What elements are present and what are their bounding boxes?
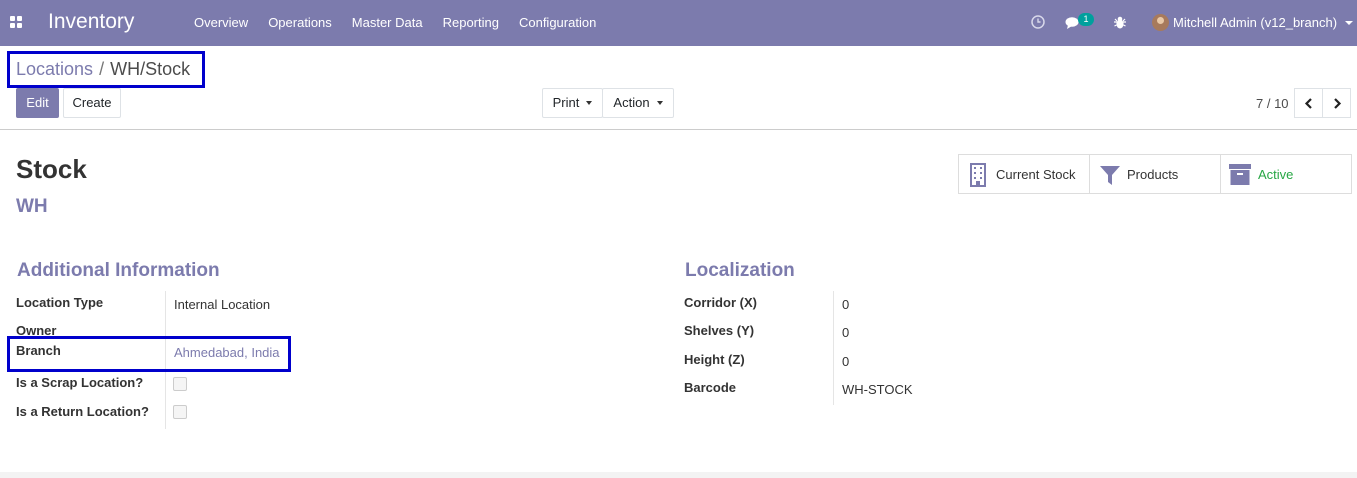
localization-separator [833,291,834,405]
breadcrumb-highlight-box [7,51,205,88]
menu-reporting[interactable]: Reporting [433,0,509,46]
action-caret-icon [656,101,663,105]
bug-icon[interactable] [1113,15,1127,30]
scrap-location-label: Is a Scrap Location? [16,375,144,390]
record-parent-location[interactable]: WH [16,196,48,218]
action-label: Action [613,95,650,110]
branch-highlight-box [7,336,291,372]
record-title: Stock [16,154,87,184]
top-navbar: Inventory Overview Operations Master Dat… [0,0,1357,46]
corridor-label: Corridor (X) [684,295,757,310]
return-location-label: Is a Return Location? [16,404,149,419]
chevron-right-icon [1334,98,1342,109]
products-label: Products [1127,167,1179,182]
filter-icon [1100,166,1120,185]
building-icon [970,163,986,187]
scrap-location-checkbox[interactable] [173,377,187,391]
pager-previous-button[interactable] [1294,88,1323,118]
pager-value[interactable]: 7 / 10 [1256,96,1289,111]
location-type-value: Internal Location [174,297,271,312]
height-label: Height (Z) [684,352,745,367]
user-avatar[interactable] [1152,14,1169,31]
create-button[interactable]: Create [63,88,121,118]
menu-configuration[interactable]: Configuration [509,0,606,46]
print-label: Print [552,95,580,110]
menu-operations[interactable]: Operations [258,0,342,46]
location-type-label: Location Type [16,295,104,310]
additional-info-title: Additional Information [17,260,220,281]
chat-badge: 1 [1078,13,1094,26]
current-stock-label: Current Stock [996,167,1076,182]
localization-title: Localization [685,260,795,281]
clock-icon[interactable] [1031,15,1045,29]
main-menu: Overview Operations Master Data Reportin… [184,0,606,46]
shelves-value: 0 [842,325,850,340]
active-toggle-button[interactable]: Active [1220,154,1352,194]
archive-icon [1229,164,1251,185]
page-bottom-bar [0,472,1357,478]
chevron-left-icon [1304,98,1312,109]
corridor-value: 0 [842,297,850,312]
app-name[interactable]: Inventory [48,10,134,34]
print-dropdown[interactable]: Print [542,88,603,118]
print-caret-icon [586,101,593,105]
return-location-checkbox[interactable] [173,405,187,419]
edit-button[interactable]: Edit [16,88,59,118]
pager-next-button[interactable] [1322,88,1351,118]
control-panel-divider [0,129,1357,130]
user-menu-label[interactable]: Mitchell Admin (v12_branch) [1173,15,1337,30]
height-value: 0 [842,354,850,369]
products-button[interactable]: Products [1089,154,1221,194]
menu-overview[interactable]: Overview [184,0,258,46]
current-stock-button[interactable]: Current Stock [958,154,1090,194]
active-label: Active [1258,167,1294,182]
barcode-label: Barcode [684,380,737,395]
shelves-label: Shelves (Y) [684,323,755,338]
menu-master-data[interactable]: Master Data [342,0,433,46]
action-dropdown[interactable]: Action [602,88,674,118]
user-caret-icon[interactable] [1345,21,1353,25]
apps-menu-icon[interactable] [10,16,23,29]
barcode-value: WH-STOCK [842,382,913,397]
